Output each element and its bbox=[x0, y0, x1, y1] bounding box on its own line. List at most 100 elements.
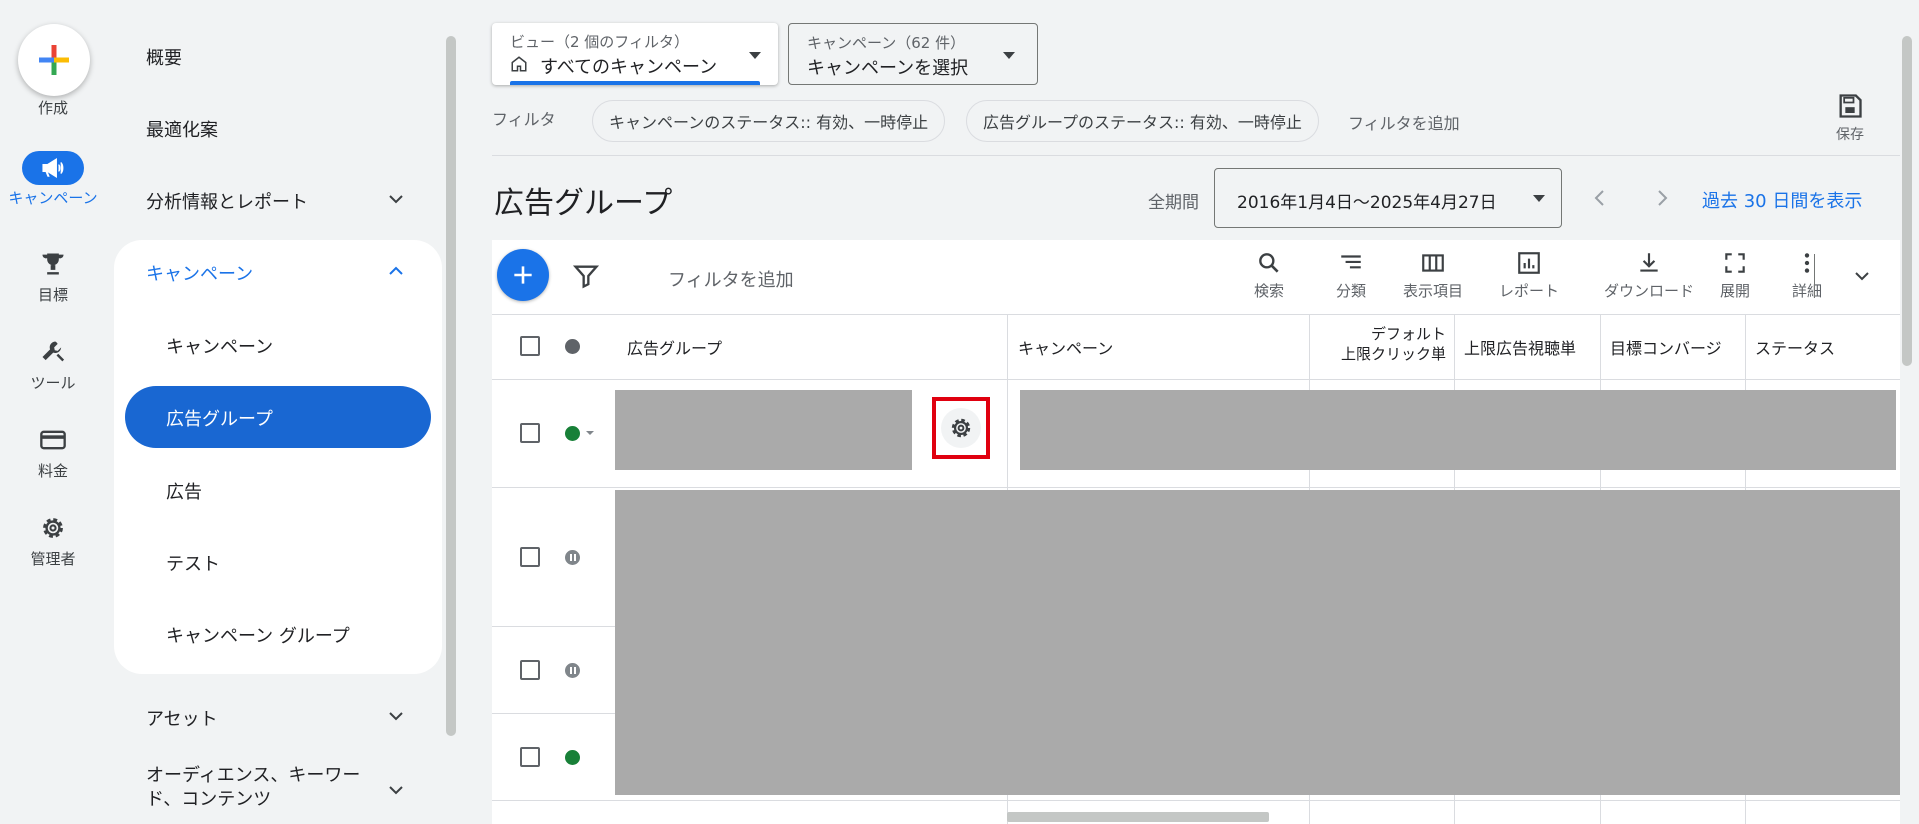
header-ad-group[interactable]: 広告グループ bbox=[627, 335, 722, 359]
table-card: フィルタを追加 検索 分類 表示項目 レポート ダウンロード 展開 詳細 広告グ… bbox=[492, 240, 1900, 824]
add-ad-group-button[interactable] bbox=[497, 249, 549, 301]
header-bottom-border bbox=[492, 379, 1900, 380]
row-checkbox[interactable] bbox=[520, 660, 540, 680]
nav-campaigns-section[interactable]: キャンペーン bbox=[146, 260, 253, 286]
credit-card-icon bbox=[40, 430, 66, 450]
nav-recommendations[interactable]: 最適化案 bbox=[146, 116, 218, 142]
campaign-select-value: キャンペーンを選択 bbox=[807, 58, 969, 79]
tools-icon bbox=[42, 341, 65, 362]
columns-tool-label: 表示項目 bbox=[1402, 282, 1463, 300]
table-top-border bbox=[492, 314, 1900, 315]
chevron-right-icon[interactable] bbox=[1650, 186, 1674, 210]
toolbar-divider bbox=[1814, 254, 1815, 298]
row-checkbox[interactable] bbox=[520, 747, 540, 767]
segment-tool-button[interactable]: 分類 bbox=[1306, 250, 1396, 301]
header-divider bbox=[492, 155, 1900, 156]
nav-panel: 概要 最適化案 分析情報とレポート キャンペーン キャンペーン 広告グループ 広… bbox=[114, 0, 444, 824]
search-icon bbox=[1259, 253, 1279, 273]
chevron-down-icon[interactable] bbox=[384, 187, 408, 211]
chart-icon bbox=[1518, 252, 1540, 274]
nav-insights[interactable]: 分析情報とレポート bbox=[146, 188, 308, 214]
tools-rail-label[interactable]: ツール bbox=[0, 375, 106, 392]
create-label: 作成 bbox=[37, 99, 68, 117]
campaign-selector[interactable]: キャンペーン（62 件） キャンペーンを選択 bbox=[788, 23, 1038, 85]
search-tool-button[interactable]: 検索 bbox=[1224, 250, 1314, 301]
redacted-ad-group-name bbox=[615, 390, 912, 470]
header-max-cpv[interactable]: 上限広告視聴単 bbox=[1464, 335, 1592, 359]
billing-rail-button[interactable] bbox=[33, 424, 73, 456]
reports-tool-button[interactable]: レポート bbox=[1484, 250, 1574, 301]
view-active-indicator bbox=[510, 81, 760, 85]
row-checkbox[interactable] bbox=[520, 423, 540, 443]
left-rail: 作成 キャンペーン 目標 ツール 料金 管理者 bbox=[0, 0, 106, 824]
dropdown-arrow-icon bbox=[749, 52, 761, 59]
header-status[interactable]: ステータス bbox=[1755, 335, 1835, 359]
redacted-rows-block bbox=[615, 490, 1900, 795]
trophy-icon bbox=[42, 253, 64, 275]
page-title: 広告グループ bbox=[494, 186, 673, 221]
nav-sub-ad-groups[interactable]: 広告グループ bbox=[166, 405, 273, 431]
fullscreen-icon bbox=[1725, 253, 1745, 273]
paused-status-icon[interactable] bbox=[565, 550, 580, 565]
nav-sub-campaigns[interactable]: キャンペーン bbox=[166, 333, 273, 359]
campaigns-rail-label[interactable]: キャンペーン bbox=[0, 190, 106, 207]
chevron-down-icon[interactable] bbox=[384, 704, 408, 728]
add-filter-link[interactable]: フィルタを追加 bbox=[1348, 110, 1460, 134]
save-button[interactable]: 保存 bbox=[1820, 92, 1880, 144]
chevron-left-icon[interactable] bbox=[1588, 186, 1612, 210]
nav-sub-ads[interactable]: 広告 bbox=[166, 478, 202, 504]
enabled-status-dot[interactable] bbox=[565, 426, 580, 441]
caret-down-icon[interactable] bbox=[584, 427, 596, 439]
dropdown-arrow-icon bbox=[1003, 52, 1015, 59]
horizontal-scrollbar[interactable] bbox=[1007, 812, 1269, 822]
download-icon bbox=[1640, 253, 1658, 272]
download-tool-button[interactable]: ダウンロード bbox=[1594, 250, 1704, 301]
tools-rail-button[interactable] bbox=[33, 336, 73, 368]
main-content: ビュー（2 個のフィルタ） すべてのキャンペーン キャンペーン（62 件） キャ… bbox=[492, 0, 1900, 824]
chevron-down-icon[interactable] bbox=[384, 778, 408, 802]
goals-rail-button[interactable] bbox=[33, 248, 73, 280]
nav-assets[interactable]: アセット bbox=[146, 705, 218, 731]
admin-rail-label[interactable]: 管理者 bbox=[0, 551, 106, 568]
filter-chip-campaign-status[interactable]: キャンペーンのステータス:: 有効、一時停止 bbox=[592, 100, 946, 142]
nav-audiences[interactable]: オーディエンス、キーワー ド、コンテンツ bbox=[146, 764, 360, 812]
highlighted-settings-button[interactable] bbox=[932, 397, 990, 459]
plus-icon bbox=[39, 45, 69, 75]
nav-scrollbar[interactable] bbox=[446, 36, 456, 736]
select-all-checkbox[interactable] bbox=[520, 336, 540, 356]
more-tool-button[interactable]: 詳細 bbox=[1762, 250, 1852, 301]
page-scrollbar[interactable] bbox=[1902, 36, 1912, 366]
row-checkbox[interactable] bbox=[520, 547, 540, 567]
billing-rail-label[interactable]: 料金 bbox=[0, 463, 106, 480]
columns-tool-button[interactable]: 表示項目 bbox=[1388, 250, 1478, 301]
filter-chip-adgroup-status[interactable]: 広告グループのステータス:: 有効、一時停止 bbox=[966, 100, 1319, 142]
paused-status-icon[interactable] bbox=[565, 663, 580, 678]
chevron-up-icon[interactable] bbox=[384, 259, 408, 283]
filter-label: フィルタ bbox=[492, 110, 556, 129]
view-selector[interactable]: ビュー（2 個のフィルタ） すべてのキャンペーン bbox=[492, 23, 778, 85]
filter-funnel-icon[interactable] bbox=[572, 262, 600, 290]
date-range-picker[interactable]: 2016年1月4日〜2025年4月27日 bbox=[1214, 168, 1562, 228]
campaigns-rail-button[interactable] bbox=[22, 151, 84, 185]
header-default-cpc[interactable]: デフォルト 上限クリック単 bbox=[1318, 324, 1446, 364]
date-range-value: 2016年1月4日〜2025年4月27日 bbox=[1237, 193, 1497, 213]
enabled-status-dot[interactable] bbox=[565, 750, 580, 765]
admin-rail-button[interactable] bbox=[33, 512, 73, 544]
view-filter-label: ビュー（2 個のフィルタ） bbox=[510, 33, 690, 51]
more-tool-label: 詳細 bbox=[1791, 282, 1822, 300]
header-campaign[interactable]: キャンペーン bbox=[1018, 335, 1113, 359]
chevron-down-icon[interactable] bbox=[1850, 264, 1874, 288]
create-button[interactable] bbox=[18, 24, 90, 96]
show-last-30-days-link[interactable]: 過去 30 日間を表示 bbox=[1702, 187, 1862, 213]
header-target-conv[interactable]: 目標コンバージ bbox=[1610, 335, 1738, 359]
nav-overview[interactable]: 概要 bbox=[146, 44, 182, 70]
megaphone-icon bbox=[42, 158, 64, 178]
dropdown-arrow-icon bbox=[1533, 195, 1545, 202]
expand-tool-label: 展開 bbox=[1719, 282, 1750, 300]
goals-rail-label[interactable]: 目標 bbox=[0, 287, 106, 304]
nav-sub-campaign-groups[interactable]: キャンペーン グループ bbox=[166, 622, 350, 648]
row-border bbox=[492, 487, 1900, 488]
toolbar-add-filter[interactable]: フィルタを追加 bbox=[668, 266, 794, 292]
nav-sub-experiments[interactable]: テスト bbox=[166, 550, 220, 576]
settings-button-bg bbox=[941, 408, 981, 448]
